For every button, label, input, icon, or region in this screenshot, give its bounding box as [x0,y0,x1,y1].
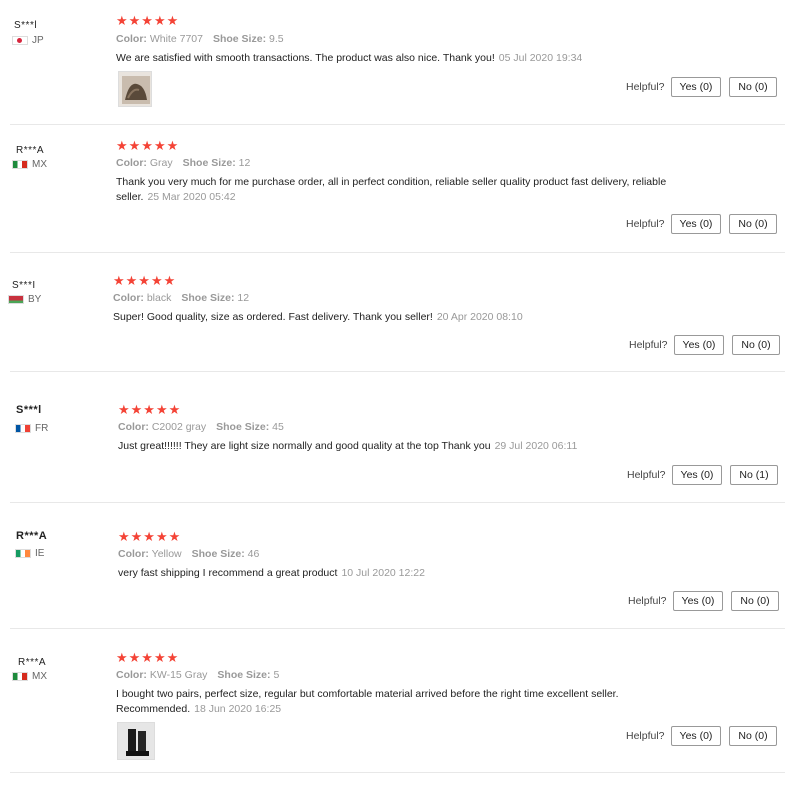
review-divider [10,371,785,372]
reviewer-name: R***A [16,145,45,156]
review-date: 05 Jul 2020 19:34 [498,52,583,64]
flag-ie-icon [15,549,31,558]
country-code: BY [28,294,42,305]
star-rating: ★★★★★ [116,650,180,665]
helpful-vote: Helpful? Yes (0) No (0) [629,335,780,355]
review-text: I bought two pairs, perfect size, regula… [116,688,619,715]
country-code: MX [32,671,47,682]
review-attributes: Color: White 7707 Shoe Size: 9.5 [116,33,284,45]
reviewer-name: R***A [18,657,47,668]
shoe-photo-icon [118,723,154,759]
review-attributes: Color: Yellow Shoe Size: 46 [118,548,260,560]
reviewer-country: MX [12,159,47,170]
helpful-yes-button[interactable]: Yes (0) [673,335,725,355]
review-text: very fast shipping I recommend a great p… [118,567,425,579]
star-rating: ★★★★★ [118,402,182,417]
review-divider [10,628,785,629]
review-text: Just great!!!!!! They are light size nor… [118,440,578,452]
review-attributes: Color: Gray Shoe Size: 12 [116,157,251,169]
helpful-vote: Helpful? Yes (0) No (0) [626,726,777,746]
reviewer-country: IE [15,548,44,559]
country-code: IE [35,548,45,559]
reviewer-country: JP [12,35,44,46]
star-rating: ★★★★★ [116,13,180,28]
review-attributes: Color: KW-15 Gray Shoe Size: 5 [116,669,280,681]
review-divider [10,252,785,253]
review-date: 18 Jun 2020 16:25 [194,703,282,715]
helpful-yes-button[interactable]: Yes (0) [670,214,722,234]
star-rating: ★★★★★ [118,529,182,544]
reviewer-country: FR [15,423,48,434]
helpful-no-button[interactable]: No (0) [732,335,780,355]
helpful-yes-button[interactable]: Yes (0) [672,591,724,611]
helpful-yes-button[interactable]: Yes (0) [670,77,722,97]
review-divider [10,772,785,773]
helpful-vote: Helpful? Yes (0) No (0) [626,214,777,234]
reviewer-name: S***l [14,20,38,31]
flag-by-icon [8,295,24,304]
review-text: Super! Good quality, size as ordered. Fa… [113,311,523,323]
review-attributes: Color: C2002 gray Shoe Size: 45 [118,421,284,433]
review-date: 10 Jul 2020 12:22 [341,567,425,579]
helpful-vote: Helpful? Yes (0) No (1) [627,465,778,485]
review-text: Thank you very much for me purchase orde… [116,176,667,203]
star-rating: ★★★★★ [116,138,180,153]
reviewer-name: S***l [16,404,42,416]
reviewer-country: MX [12,671,47,682]
review-date: 29 Jul 2020 06:11 [494,440,578,452]
country-code: JP [32,35,44,46]
helpful-no-button[interactable]: No (0) [731,591,779,611]
helpful-no-button[interactable]: No (1) [730,465,778,485]
flag-jp-icon [12,36,28,45]
review-date: 25 Mar 2020 05:42 [147,191,236,203]
shoe-photo-icon [119,72,151,106]
helpful-no-button[interactable]: No (0) [729,214,777,234]
review-photo-thumbnail[interactable] [117,722,155,760]
helpful-vote: Helpful? Yes (0) No (0) [628,591,779,611]
review-attributes: Color: black Shoe Size: 12 [113,292,250,304]
review-date: 20 Apr 2020 08:10 [436,311,523,323]
flag-fr-icon [15,424,31,433]
star-rating: ★★★★★ [113,273,177,288]
reviewer-name: S***I [12,280,36,291]
flag-mx-icon [12,672,28,681]
helpful-vote: Helpful? Yes (0) No (0) [626,77,777,97]
helpful-yes-button[interactable]: Yes (0) [671,465,723,485]
reviewer-name: R***A [16,530,48,542]
helpful-yes-button[interactable]: Yes (0) [670,726,722,746]
country-code: MX [32,159,47,170]
helpful-no-button[interactable]: No (0) [729,77,777,97]
helpful-no-button[interactable]: No (0) [729,726,777,746]
country-code: FR [35,423,49,434]
review-divider [10,124,785,125]
review-text: We are satisfied with smooth transaction… [116,52,583,64]
review-photo-thumbnail[interactable] [118,71,152,107]
flag-mx-icon [12,160,28,169]
reviewer-country: BY [8,294,41,305]
review-divider [10,502,785,503]
